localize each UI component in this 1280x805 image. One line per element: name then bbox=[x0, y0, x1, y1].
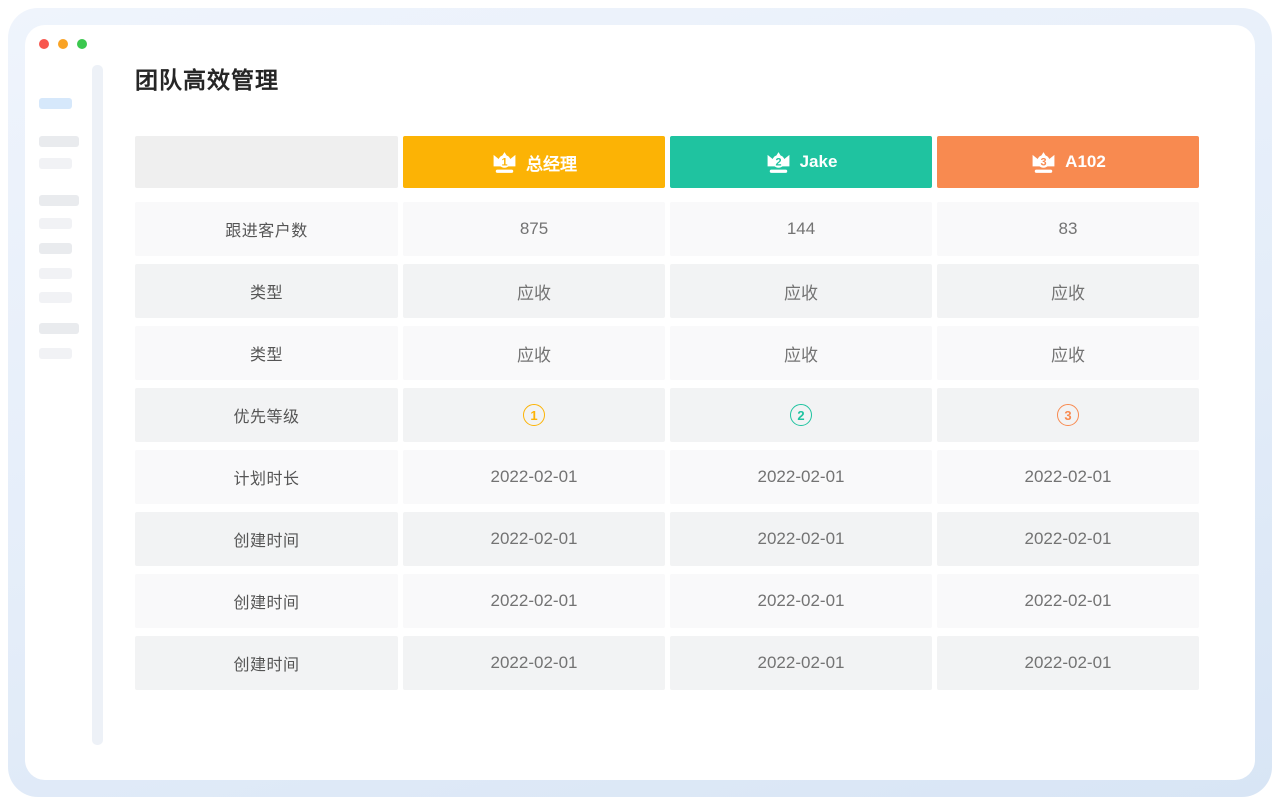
priority-rank-badge: 2 bbox=[790, 404, 812, 426]
table-value-cell: 2022-02-01 bbox=[937, 574, 1199, 628]
rank-number: 1 bbox=[501, 156, 507, 168]
sidebar-skeleton-item bbox=[39, 268, 72, 279]
table-rank-cell: 3 bbox=[937, 388, 1199, 442]
row-label-cell: 类型 bbox=[135, 264, 398, 318]
row-label-cell: 创建时间 bbox=[135, 574, 398, 628]
crown-rank-icon: 2 bbox=[765, 150, 792, 174]
table-column-header[interactable]: 2 Jake bbox=[670, 136, 932, 188]
crown-rank-icon: 1 bbox=[491, 150, 518, 174]
maximize-window-button[interactable] bbox=[77, 39, 87, 49]
table-rank-cell: 2 bbox=[670, 388, 932, 442]
table-header-row: 1 总经理 2 Jake 3 A102 bbox=[135, 136, 1199, 188]
table-rank-cell: 1 bbox=[403, 388, 665, 442]
app-window: 团队高效管理 1 总经理 2 Jake 3 A102 跟进客户数87514 bbox=[25, 25, 1255, 780]
minimize-window-button[interactable] bbox=[58, 39, 68, 49]
priority-rank-badge: 3 bbox=[1057, 404, 1079, 426]
table-value-cell: 2022-02-01 bbox=[670, 636, 932, 690]
table-column-header[interactable]: 1 总经理 bbox=[403, 136, 665, 188]
row-label-cell: 创建时间 bbox=[135, 512, 398, 566]
table-value-cell: 应收 bbox=[937, 264, 1199, 318]
sidebar-skeleton-item bbox=[39, 243, 72, 254]
main-content: 团队高效管理 1 总经理 2 Jake 3 A102 跟进客户数87514 bbox=[135, 65, 1199, 690]
row-label-cell: 类型 bbox=[135, 326, 398, 380]
row-label-cell: 跟进客户数 bbox=[135, 202, 398, 256]
table-value-cell: 2022-02-01 bbox=[403, 450, 665, 504]
rank-number: 3 bbox=[1041, 156, 1047, 168]
table-value-cell: 83 bbox=[937, 202, 1199, 256]
table-value-cell: 应收 bbox=[670, 326, 932, 380]
desktop-background: 团队高效管理 1 总经理 2 Jake 3 A102 跟进客户数87514 bbox=[0, 0, 1280, 805]
close-window-button[interactable] bbox=[39, 39, 49, 49]
column-title: 总经理 bbox=[526, 150, 577, 175]
table-value-cell: 2022-02-01 bbox=[937, 512, 1199, 566]
table-column-header[interactable]: 3 A102 bbox=[937, 136, 1199, 188]
sidebar-item-active[interactable] bbox=[39, 98, 72, 109]
table-value-cell: 2022-02-01 bbox=[403, 574, 665, 628]
column-title: Jake bbox=[800, 152, 838, 172]
sidebar-skeleton-item bbox=[39, 348, 72, 359]
sidebar-skeleton-item bbox=[39, 218, 72, 229]
sidebar-skeleton-item bbox=[39, 158, 72, 169]
table-value-cell: 2022-02-01 bbox=[937, 450, 1199, 504]
table-value-cell: 2022-02-01 bbox=[937, 636, 1199, 690]
table-body: 跟进客户数87514483类型应收应收应收类型应收应收应收优先等级 1 2 3 … bbox=[135, 202, 1199, 690]
row-label-cell: 计划时长 bbox=[135, 450, 398, 504]
table-value-cell: 2022-02-01 bbox=[403, 512, 665, 566]
table-value-cell: 2022-02-01 bbox=[670, 574, 932, 628]
rank-number: 2 bbox=[775, 156, 781, 168]
table-value-cell: 应收 bbox=[403, 326, 665, 380]
table-value-cell: 应收 bbox=[403, 264, 665, 318]
row-label-cell: 创建时间 bbox=[135, 636, 398, 690]
table-value-cell: 875 bbox=[403, 202, 665, 256]
table-corner-cell bbox=[135, 136, 398, 188]
sidebar-skeleton-item bbox=[39, 323, 79, 334]
table-value-cell: 2022-02-01 bbox=[403, 636, 665, 690]
table-value-cell: 2022-02-01 bbox=[670, 512, 932, 566]
column-title: A102 bbox=[1065, 152, 1106, 172]
window-controls bbox=[39, 39, 87, 49]
sidebar-skeleton-item bbox=[39, 292, 72, 303]
crown-rank-icon: 3 bbox=[1030, 150, 1057, 174]
table-value-cell: 144 bbox=[670, 202, 932, 256]
row-label-cell: 优先等级 bbox=[135, 388, 398, 442]
priority-rank-badge: 1 bbox=[523, 404, 545, 426]
sidebar-skeleton-item bbox=[39, 195, 79, 206]
sidebar-skeleton-item bbox=[39, 136, 79, 147]
table-value-cell: 应收 bbox=[670, 264, 932, 318]
page-title: 团队高效管理 bbox=[135, 65, 1199, 95]
table-value-cell: 应收 bbox=[937, 326, 1199, 380]
table-value-cell: 2022-02-01 bbox=[670, 450, 932, 504]
sidebar-divider bbox=[92, 65, 103, 745]
